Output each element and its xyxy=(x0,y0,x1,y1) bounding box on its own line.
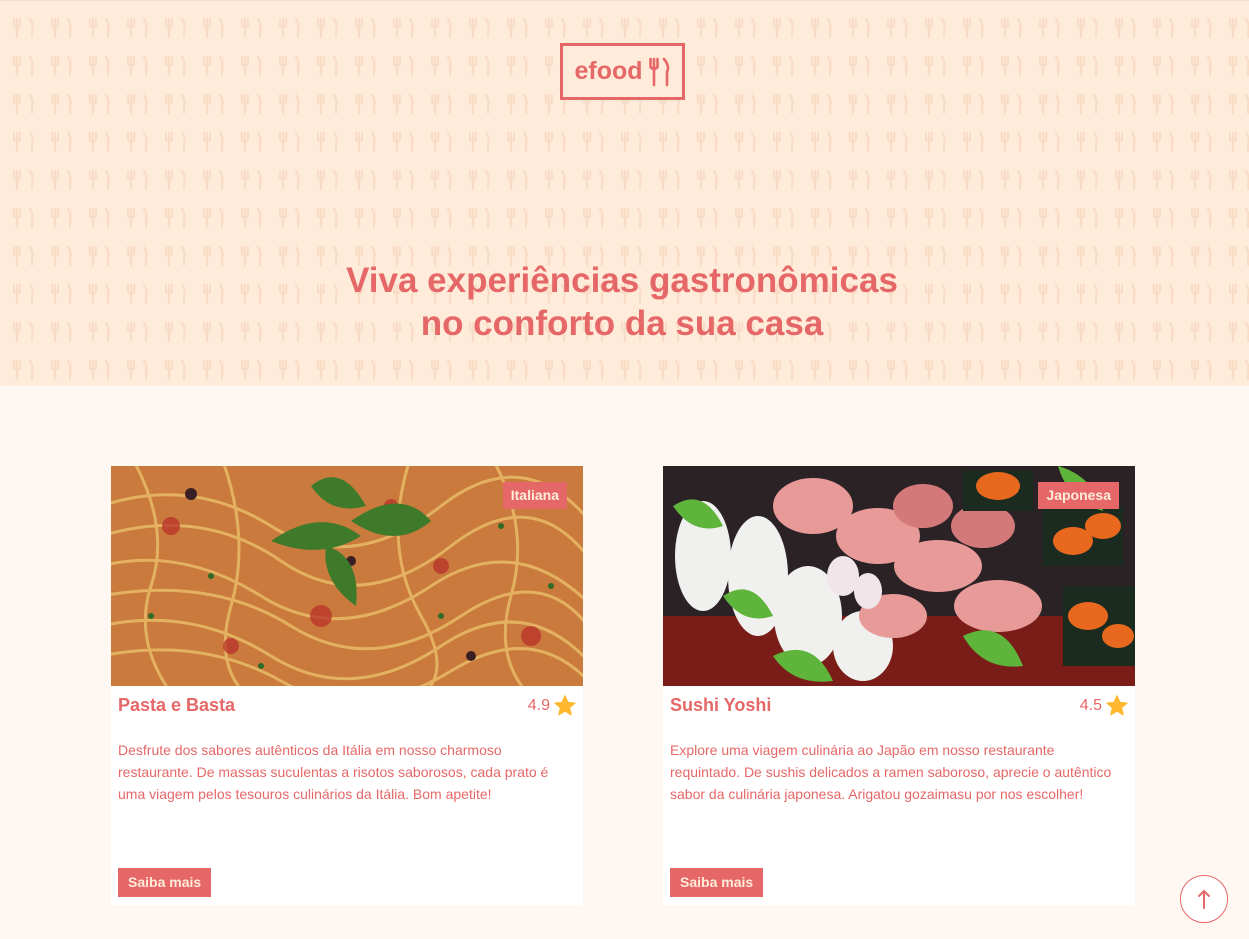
star-icon xyxy=(1106,695,1128,716)
arrow-up-icon xyxy=(1198,890,1210,909)
saiba-mais-button[interactable]: Saiba mais xyxy=(118,868,212,897)
restaurant-name: Sushi Yoshi xyxy=(670,695,772,715)
hero-banner: efood Viva experiências gastronômicas no… xyxy=(0,0,1249,386)
rating: 4.9 xyxy=(528,695,576,716)
restaurant-card: Italiana Pasta e Basta 4.9 Desfrute dos … xyxy=(111,466,583,905)
star-icon xyxy=(554,695,576,716)
efood-logo[interactable]: efood xyxy=(560,43,685,100)
cuisine-tag: Japonesa xyxy=(1038,482,1119,509)
fork-knife-icon xyxy=(648,57,671,87)
logo-text: efood xyxy=(574,57,643,85)
restaurant-image-pasta: Italiana xyxy=(111,466,583,686)
saiba-mais-button[interactable]: Saiba mais xyxy=(670,868,764,897)
hero-title-line-1: Viva experiências gastronômicas xyxy=(346,261,898,300)
rating: 4.5 xyxy=(1080,695,1128,716)
restaurant-image-sushi: Japonesa xyxy=(663,466,1135,686)
cuisine-tag: Italiana xyxy=(502,482,567,509)
rating-value: 4.5 xyxy=(1079,696,1102,714)
restaurant-name: Pasta e Basta xyxy=(118,695,236,715)
rating-value: 4.9 xyxy=(527,696,550,714)
restaurant-card: Japonesa Sushi Yoshi 4.5 Explore uma via… xyxy=(663,466,1135,905)
restaurant-description: Explore uma viagem culinária ao Japão em… xyxy=(670,742,1112,802)
scroll-to-top-button[interactable] xyxy=(1180,875,1228,923)
hero-title-line-2: no conforto da sua casa xyxy=(420,304,824,343)
restaurant-description: Desfrute dos sabores autênticos da Itáli… xyxy=(118,742,549,802)
hero-title: Viva experiências gastronômicas no confo… xyxy=(0,259,1244,345)
